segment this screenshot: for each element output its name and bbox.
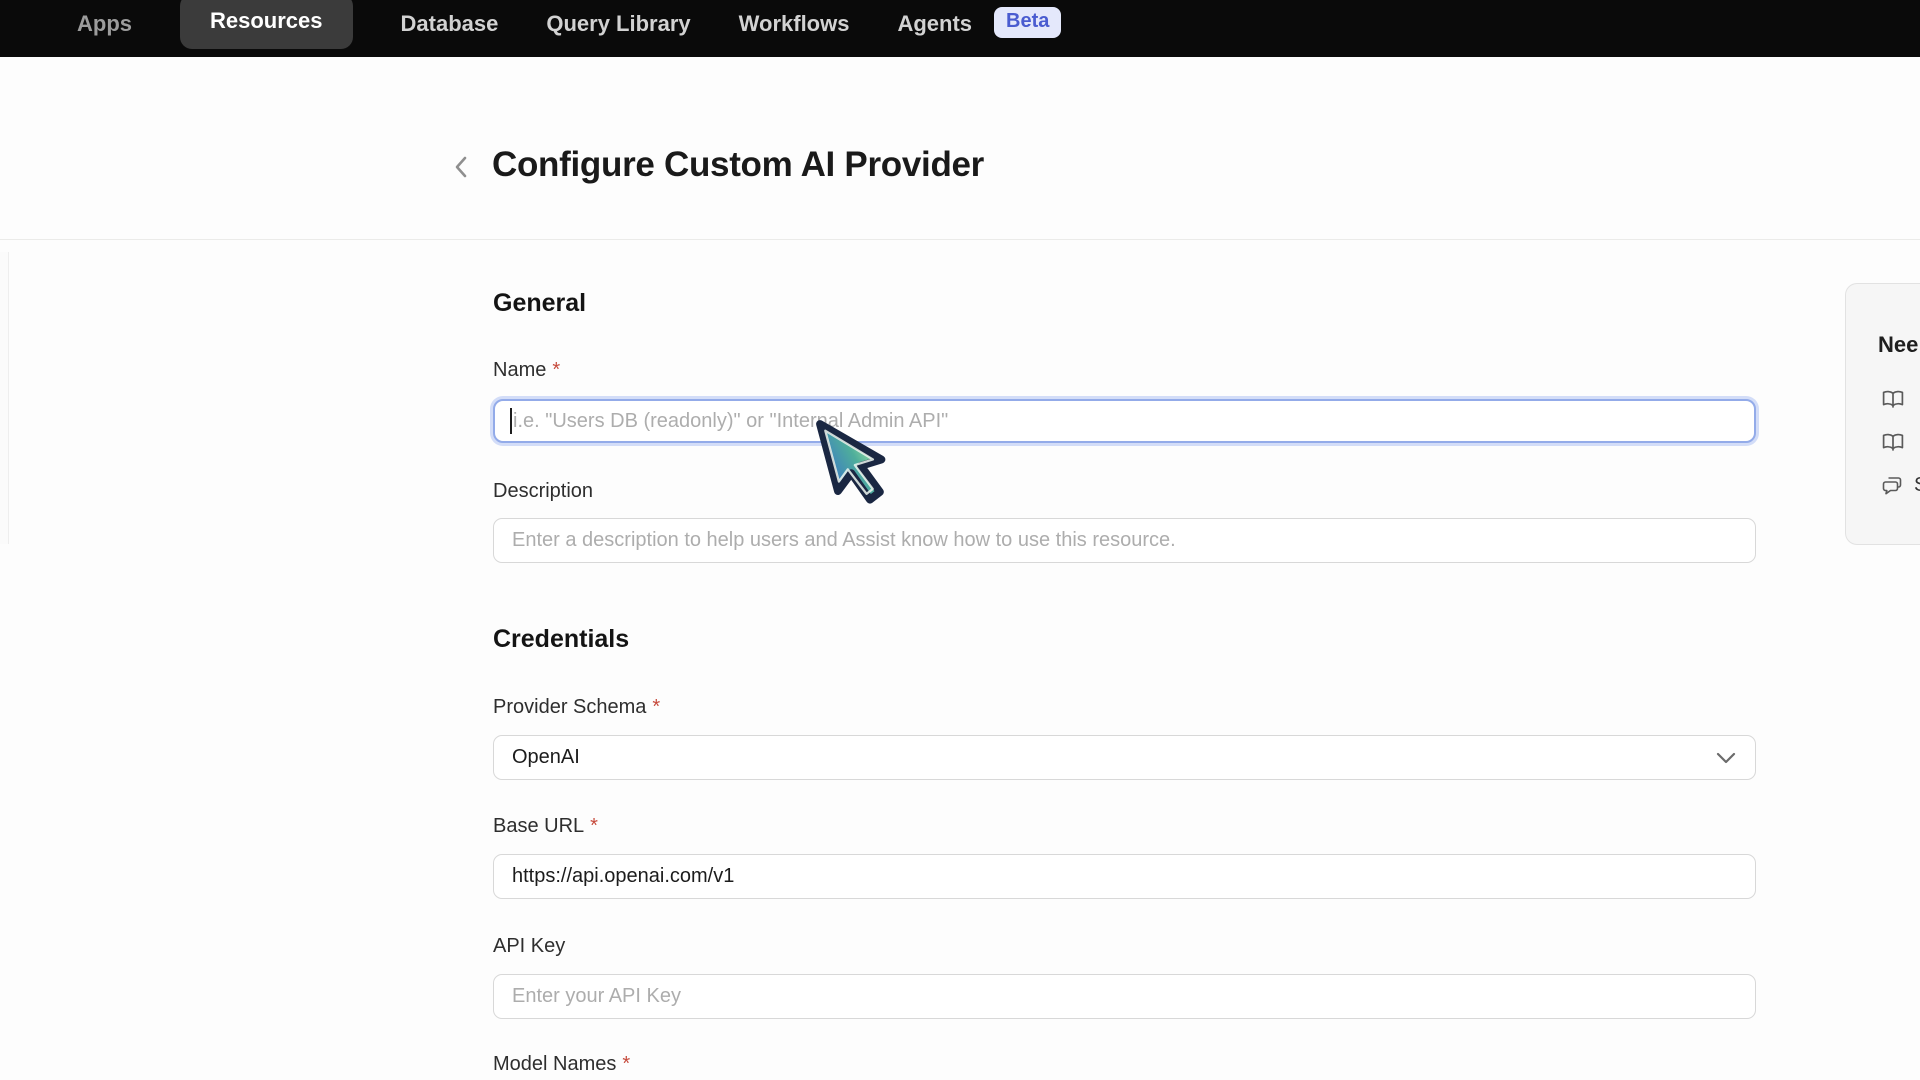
chevron-down-icon bbox=[1715, 751, 1737, 765]
nav-item-resources[interactable]: Resources bbox=[180, 0, 353, 49]
credentials-section-heading: Credentials bbox=[493, 625, 629, 654]
name-input[interactable] bbox=[493, 399, 1756, 443]
name-label-text: Name bbox=[493, 359, 546, 381]
provider-schema-select[interactable]: OpenAI bbox=[493, 735, 1756, 780]
help-panel: Nee S bbox=[1845, 283, 1920, 545]
required-asterisk: * bbox=[622, 1053, 630, 1075]
base-url-input[interactable] bbox=[493, 854, 1756, 899]
name-field-wrapper bbox=[493, 399, 1756, 443]
provider-schema-label-text: Provider Schema bbox=[493, 696, 646, 718]
help-link-docs-1[interactable] bbox=[1882, 390, 1904, 409]
help-link-support[interactable]: S bbox=[1882, 474, 1920, 497]
name-label: Name * bbox=[493, 359, 560, 382]
configure-ai-provider-page: Apps Resources Database Query Library Wo… bbox=[0, 0, 1920, 1080]
nav-item-database[interactable]: Database bbox=[401, 9, 499, 39]
top-navigation: Apps Resources Database Query Library Wo… bbox=[0, 0, 1920, 57]
left-panel-edge bbox=[0, 252, 9, 544]
beta-badge: Beta bbox=[994, 7, 1061, 38]
header-divider bbox=[0, 239, 1920, 240]
general-section-heading: General bbox=[493, 289, 586, 318]
chat-icon bbox=[1882, 476, 1904, 496]
description-input[interactable] bbox=[493, 518, 1756, 563]
help-panel-heading: Nee bbox=[1878, 332, 1918, 358]
nav-item-workflows[interactable]: Workflows bbox=[739, 9, 850, 39]
book-icon bbox=[1882, 433, 1904, 452]
model-names-label-text: Model Names bbox=[493, 1053, 616, 1075]
book-icon bbox=[1882, 390, 1904, 409]
description-label: Description bbox=[493, 480, 593, 503]
required-asterisk: * bbox=[590, 815, 598, 837]
nav-item-query-library[interactable]: Query Library bbox=[546, 9, 690, 39]
nav-item-apps[interactable]: Apps bbox=[77, 9, 132, 39]
back-button[interactable] bbox=[450, 152, 474, 182]
required-asterisk: * bbox=[552, 359, 560, 381]
base-url-label: Base URL * bbox=[493, 815, 598, 838]
provider-schema-label: Provider Schema * bbox=[493, 696, 660, 719]
provider-schema-value: OpenAI bbox=[512, 746, 580, 769]
nav-item-agents[interactable]: Agents bbox=[897, 9, 972, 39]
help-link-label: S bbox=[1914, 474, 1920, 497]
text-caret bbox=[510, 408, 512, 434]
model-names-label: Model Names * bbox=[493, 1053, 630, 1076]
chevron-left-icon bbox=[450, 152, 474, 182]
help-link-docs-2[interactable] bbox=[1882, 433, 1904, 452]
base-url-label-text: Base URL bbox=[493, 815, 584, 837]
api-key-label: API Key bbox=[493, 935, 565, 958]
page-title: Configure Custom AI Provider bbox=[492, 145, 984, 185]
api-key-input[interactable] bbox=[493, 974, 1756, 1019]
required-asterisk: * bbox=[652, 696, 660, 718]
